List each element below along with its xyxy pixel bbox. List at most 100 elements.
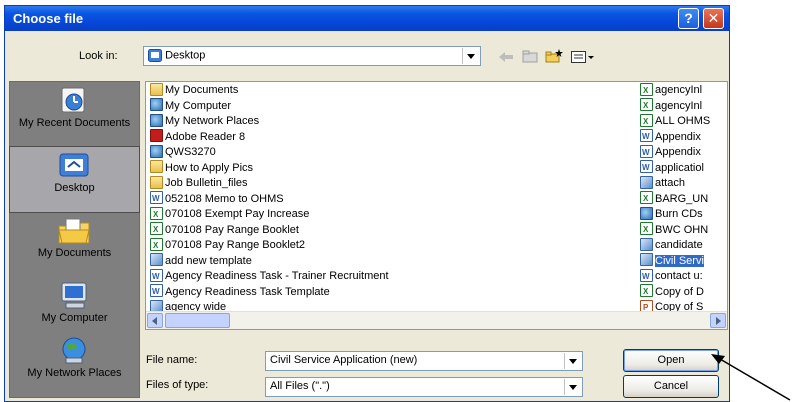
- xls-file-icon: [640, 82, 653, 98]
- file-name-text: applicatiol: [655, 161, 704, 174]
- place-desktop[interactable]: Desktop: [9, 146, 140, 213]
- file-name-text: agencyInl: [655, 84, 703, 96]
- file-name-text: 070108 Exempt Pay Increase: [165, 208, 310, 220]
- file-list-item[interactable]: agencyInl: [640, 82, 703, 98]
- file-list-item[interactable]: ALL OHMS: [640, 113, 710, 129]
- xls-file-icon: [150, 206, 163, 222]
- doc-file-icon: [640, 129, 653, 144]
- close-button[interactable]: ✕: [703, 8, 724, 29]
- file-name-text: 070108 Pay Range Booklet: [165, 223, 299, 236]
- horizontal-scrollbar[interactable]: [146, 311, 727, 329]
- doc-file-icon: [150, 284, 163, 299]
- file-list-item[interactable]: BWC OHN: [640, 222, 709, 238]
- file-list-item[interactable]: 052108 Memo to OHMS: [150, 191, 284, 207]
- file-type-dropdown[interactable]: All Files ("."): [265, 377, 583, 397]
- file-name-text: Appendix: [655, 130, 701, 143]
- place-label: My Recent Documents: [18, 117, 131, 129]
- file-name-text: Civil Servi: [655, 254, 704, 267]
- sys-file-icon: [150, 98, 163, 112]
- file-name-text: Adobe Reader 8: [165, 130, 246, 143]
- file-list-item[interactable]: Copy of D: [640, 284, 704, 300]
- xls-file-icon: [640, 284, 653, 299]
- look-in-value: Desktop: [165, 49, 206, 62]
- lnk-file-icon: [640, 237, 653, 251]
- file-list-item[interactable]: Civil Servi: [640, 253, 704, 269]
- file-list-item[interactable]: Appendix: [640, 144, 701, 160]
- folder-file-icon: [150, 175, 163, 189]
- chevron-down-icon[interactable]: [462, 48, 479, 64]
- views-menu-icon[interactable]: [569, 48, 597, 68]
- look-in-dropdown[interactable]: Desktop: [143, 46, 481, 66]
- file-type-value: All Files ("."): [270, 380, 330, 392]
- file-list-item[interactable]: Appendix: [640, 129, 701, 145]
- network-places-icon: [62, 337, 86, 364]
- pdf-file-icon: [150, 129, 163, 143]
- place-label: My Network Places: [27, 367, 122, 379]
- back-arrow-icon[interactable]: [495, 48, 517, 68]
- scroll-right-button[interactable]: [710, 313, 726, 328]
- place-label: My Documents: [37, 247, 112, 259]
- file-list-item[interactable]: My Network Places: [150, 113, 260, 129]
- place-my-recent-documents[interactable]: My Recent Documents: [10, 82, 139, 147]
- doc-file-icon: [640, 160, 653, 175]
- scroll-left-button[interactable]: [147, 313, 163, 328]
- doc-file-icon: [640, 144, 653, 160]
- folder-file-icon: [150, 160, 163, 174]
- file-list-item[interactable]: 070108 Pay Range Booklet2: [150, 237, 305, 253]
- xls-file-icon: [640, 98, 653, 113]
- file-list-item[interactable]: 070108 Pay Range Booklet: [150, 222, 299, 238]
- file-name-text: My Computer: [165, 99, 232, 112]
- file-name-text: BWC OHN: [655, 223, 709, 236]
- lnk-file-icon: [640, 253, 653, 267]
- new-folder-icon[interactable]: [543, 48, 565, 68]
- file-list-item[interactable]: How to Apply Pics: [150, 160, 253, 176]
- file-list-item[interactable]: Agency Readiness Task - Trainer Recruitm…: [150, 268, 389, 284]
- file-name-text: My Network Places: [165, 115, 260, 127]
- file-list-item[interactable]: add new template: [150, 253, 252, 269]
- file-list-item[interactable]: candidate: [640, 237, 703, 253]
- file-name-text: add new template: [165, 254, 252, 267]
- file-list-item[interactable]: QWS3270: [150, 144, 216, 160]
- file-list-item[interactable]: 070108 Exempt Pay Increase: [150, 206, 310, 222]
- title-bar[interactable]: Choose file ? ✕: [5, 6, 729, 31]
- sys-file-icon: [150, 144, 163, 158]
- file-list-item[interactable]: Burn CDs: [640, 206, 703, 222]
- file-list-item[interactable]: Job Bulletin_files: [150, 175, 248, 191]
- file-list-item[interactable]: BARG_UN: [640, 191, 708, 207]
- place-my-documents[interactable]: My Documents: [10, 212, 139, 277]
- choose-file-dialog: Choose file ? ✕ Look in: Desktop My Rece…: [4, 5, 730, 402]
- file-list-item[interactable]: My Computer: [150, 98, 232, 114]
- scroll-thumb[interactable]: [165, 313, 230, 328]
- recent-documents-icon: [61, 87, 85, 113]
- file-list-item[interactable]: My Documents: [150, 82, 239, 98]
- file-name-text: 052108 Memo to OHMS: [165, 192, 284, 205]
- file-list-item[interactable]: agencyInl: [640, 98, 703, 114]
- file-name-value: Civil Service Application (new): [270, 354, 418, 366]
- file-name-text: Burn CDs: [655, 208, 703, 220]
- my-computer-icon: [61, 282, 87, 309]
- desktop-icon: [148, 49, 162, 62]
- help-button[interactable]: ?: [678, 8, 699, 29]
- chevron-down-icon[interactable]: [564, 353, 581, 369]
- place-label: Desktop: [54, 182, 95, 194]
- place-my-network-places[interactable]: My Network Places: [10, 332, 139, 397]
- file-list-item[interactable]: applicatiol: [640, 160, 704, 176]
- annotation-arrow-icon: [711, 354, 791, 401]
- chevron-down-icon[interactable]: [564, 379, 581, 395]
- places-bar: My Recent Documents Desktop My Documents: [9, 81, 140, 398]
- file-list[interactable]: My Documents My Computer My Network Places…: [145, 81, 728, 330]
- dialog-toolbar: [495, 48, 635, 68]
- up-folder-icon[interactable]: [519, 48, 541, 68]
- desktop-icon: [59, 153, 89, 177]
- file-list-item[interactable]: attach: [640, 175, 685, 191]
- file-name-text: Job Bulletin_files: [165, 177, 248, 189]
- file-name-text: Copy of D: [655, 285, 704, 298]
- file-name-input[interactable]: Civil Service Application (new): [265, 351, 583, 371]
- file-list-item[interactable]: Agency Readiness Task Template: [150, 284, 330, 300]
- file-name-text: My Documents: [165, 84, 239, 96]
- dialog-title: Choose file: [13, 11, 84, 26]
- file-name-text: agencyInl: [655, 99, 703, 112]
- my-documents-icon: [58, 218, 90, 244]
- file-list-item[interactable]: Adobe Reader 8: [150, 129, 246, 145]
- file-list-item[interactable]: contact u:: [640, 268, 703, 284]
